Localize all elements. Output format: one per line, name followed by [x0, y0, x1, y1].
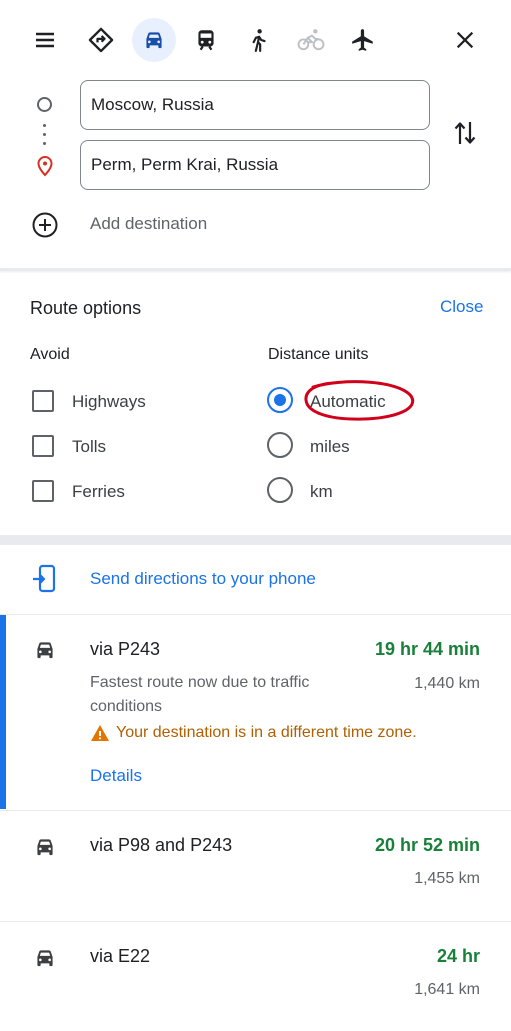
- selected-route-indicator: [0, 615, 6, 809]
- units-miles-radio[interactable]: [267, 432, 293, 458]
- divider: [0, 921, 511, 922]
- transit-icon[interactable]: [184, 18, 228, 62]
- avoid-tolls-label[interactable]: Tolls: [72, 437, 106, 457]
- travel-mode-bar: [0, 0, 511, 80]
- avoid-label: Avoid: [30, 346, 70, 363]
- route-distance: 1,440 km: [414, 675, 480, 692]
- warning-icon: [91, 725, 109, 741]
- distance-units-label: Distance units: [268, 346, 369, 363]
- flights-icon[interactable]: [341, 18, 385, 62]
- route-dots-icon: [43, 124, 46, 127]
- avoid-tolls-checkbox[interactable]: [32, 435, 54, 457]
- avoid-highways-label[interactable]: Highways: [72, 392, 146, 412]
- route-distance: 1,641 km: [414, 981, 480, 998]
- route-distance: 1,455 km: [414, 870, 480, 887]
- origin-marker-icon: [37, 97, 52, 112]
- add-destination-icon[interactable]: [31, 211, 59, 244]
- divider: [0, 614, 511, 615]
- units-automatic-radio[interactable]: [267, 387, 293, 413]
- divider: [0, 810, 511, 811]
- best-route-icon[interactable]: [79, 18, 123, 62]
- avoid-ferries-label[interactable]: Ferries: [72, 482, 125, 502]
- route-duration: 24 hr: [436, 946, 480, 966]
- avoid-ferries-checkbox[interactable]: [32, 480, 54, 502]
- origin-input[interactable]: Moscow, Russia: [80, 80, 430, 130]
- timezone-warning: Your destination is in a different time …: [90, 724, 417, 742]
- driving-icon[interactable]: [132, 18, 176, 62]
- route-options-title: Route options: [30, 298, 142, 318]
- route-dots-icon: [43, 133, 46, 136]
- send-to-phone-icon[interactable]: [31, 564, 59, 599]
- walking-icon[interactable]: [236, 18, 280, 62]
- avoid-highways-checkbox[interactable]: [32, 390, 54, 412]
- route-name[interactable]: via P243: [90, 639, 160, 660]
- route-description: Fastest route now due to traffic conditi…: [90, 674, 310, 715]
- add-destination-button[interactable]: Add destination: [90, 214, 207, 234]
- route-dots-icon: [43, 142, 46, 145]
- units-km-radio[interactable]: [267, 477, 293, 503]
- destination-pin-icon: [35, 155, 55, 182]
- swap-icon[interactable]: [452, 118, 478, 153]
- destination-input[interactable]: Perm, Perm Krai, Russia: [80, 140, 430, 190]
- annotation-circle: [304, 380, 415, 421]
- route-name[interactable]: via E22: [90, 946, 150, 967]
- close-icon[interactable]: [443, 18, 487, 62]
- car-icon: [32, 945, 58, 976]
- route-duration: 19 hr 44 min: [374, 639, 480, 659]
- send-directions-to-phone-link[interactable]: Send directions to your phone: [90, 569, 316, 589]
- section-divider: [0, 535, 511, 545]
- warning-text: Your destination is in a different time …: [116, 724, 417, 741]
- divider: [0, 268, 511, 271]
- route-options-close-button[interactable]: Close: [440, 297, 483, 317]
- car-icon: [32, 637, 58, 668]
- route-duration: 20 hr 52 min: [374, 835, 480, 855]
- route-name[interactable]: via P98 and P243: [90, 835, 232, 856]
- menu-icon[interactable]: [23, 18, 67, 62]
- units-km-label[interactable]: km: [310, 482, 333, 502]
- cycling-icon: [289, 18, 333, 62]
- car-icon: [32, 834, 58, 865]
- route-details-link[interactable]: Details: [90, 766, 142, 786]
- units-miles-label[interactable]: miles: [310, 437, 350, 457]
